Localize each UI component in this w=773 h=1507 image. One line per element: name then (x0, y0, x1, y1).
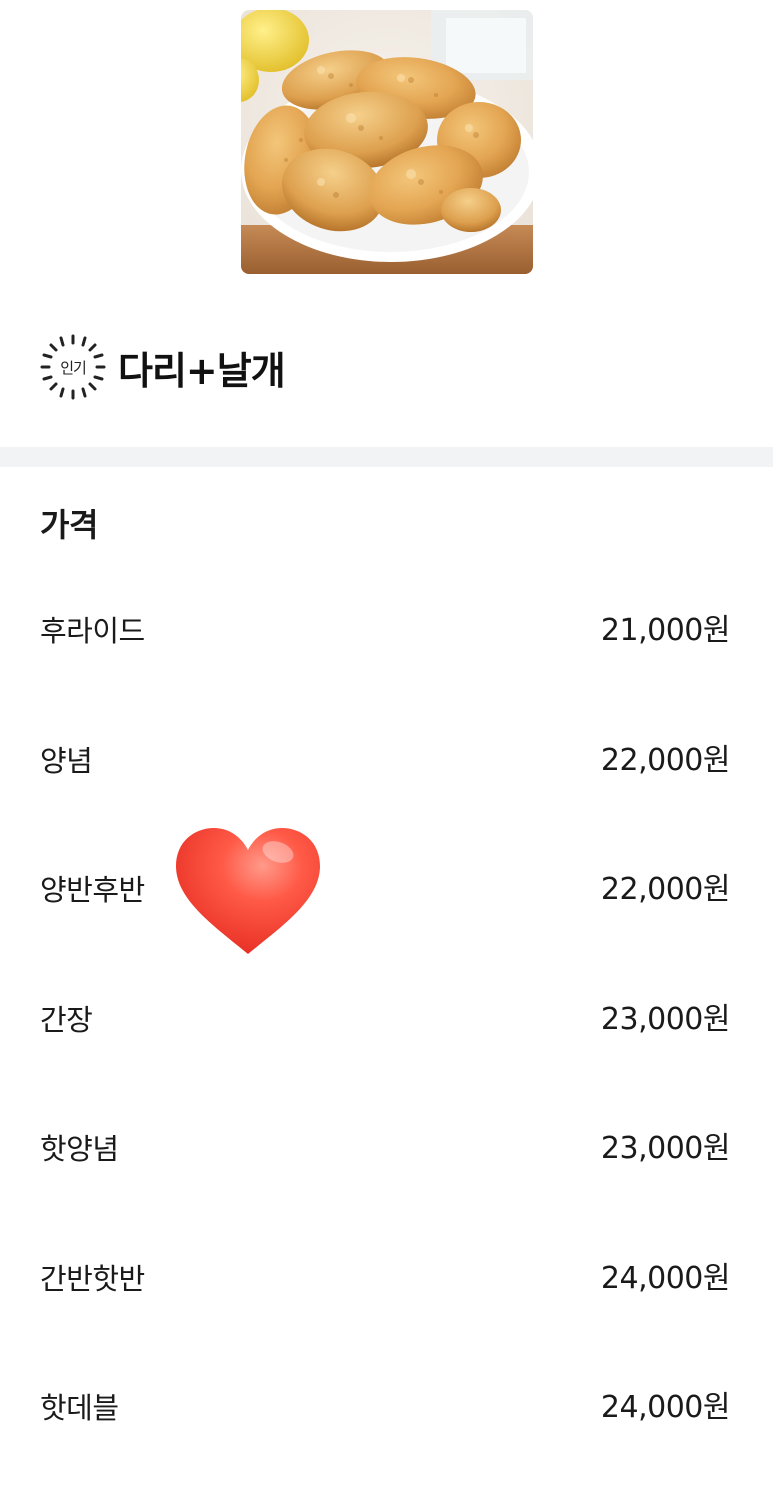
price-option-name: 양반후반 (40, 873, 145, 907)
price-list: 후라이드 21,000원 양념 22,000원 양반후반 22,000원 간장 … (40, 600, 731, 1507)
price-option-value: 23,000원 (600, 1131, 731, 1166)
menu-title-row: 인기 다리+날개 (40, 334, 286, 400)
fried-chicken-photo (241, 10, 533, 274)
popular-badge-label: 인기 (60, 358, 87, 377)
price-option-value: 24,000원 (600, 1260, 731, 1296)
price-option-value: 22,000원 (600, 742, 731, 778)
menu-photo (241, 10, 533, 274)
price-option-name: 양념 (40, 743, 93, 778)
price-option-row[interactable]: 핫양념 23,000원 (40, 1118, 731, 1248)
price-option-name: 간반핫반 (40, 1261, 145, 1296)
heart-sticker (174, 826, 322, 956)
price-option-row[interactable]: 간장 23,000원 (40, 989, 731, 1119)
section-divider (0, 447, 773, 467)
price-option-value: 24,000원 (600, 1390, 731, 1425)
price-option-row[interactable]: 후라이드 21,000원 (40, 600, 731, 730)
popular-badge: 인기 (40, 334, 106, 400)
price-option-name: 핫데블 (40, 1391, 119, 1425)
price-option-name: 핫양념 (40, 1132, 119, 1166)
price-option-row[interactable]: 핫데블 24,000원 (40, 1377, 731, 1507)
heart-icon (176, 828, 320, 954)
price-option-name: 후라이드 (40, 614, 145, 648)
menu-title: 다리+날개 (118, 348, 286, 393)
price-option-name: 간장 (40, 1002, 93, 1037)
price-option-value: 21,000원 (600, 613, 731, 648)
price-option-row[interactable]: 양반후반 22,000원 (40, 859, 731, 989)
price-option-value: 23,000원 (600, 1001, 731, 1037)
price-option-row[interactable]: 양념 22,000원 (40, 730, 731, 860)
price-section-title: 가격 (40, 506, 98, 544)
price-option-value: 22,000원 (600, 872, 731, 907)
price-option-row[interactable]: 간반핫반 24,000원 (40, 1248, 731, 1378)
